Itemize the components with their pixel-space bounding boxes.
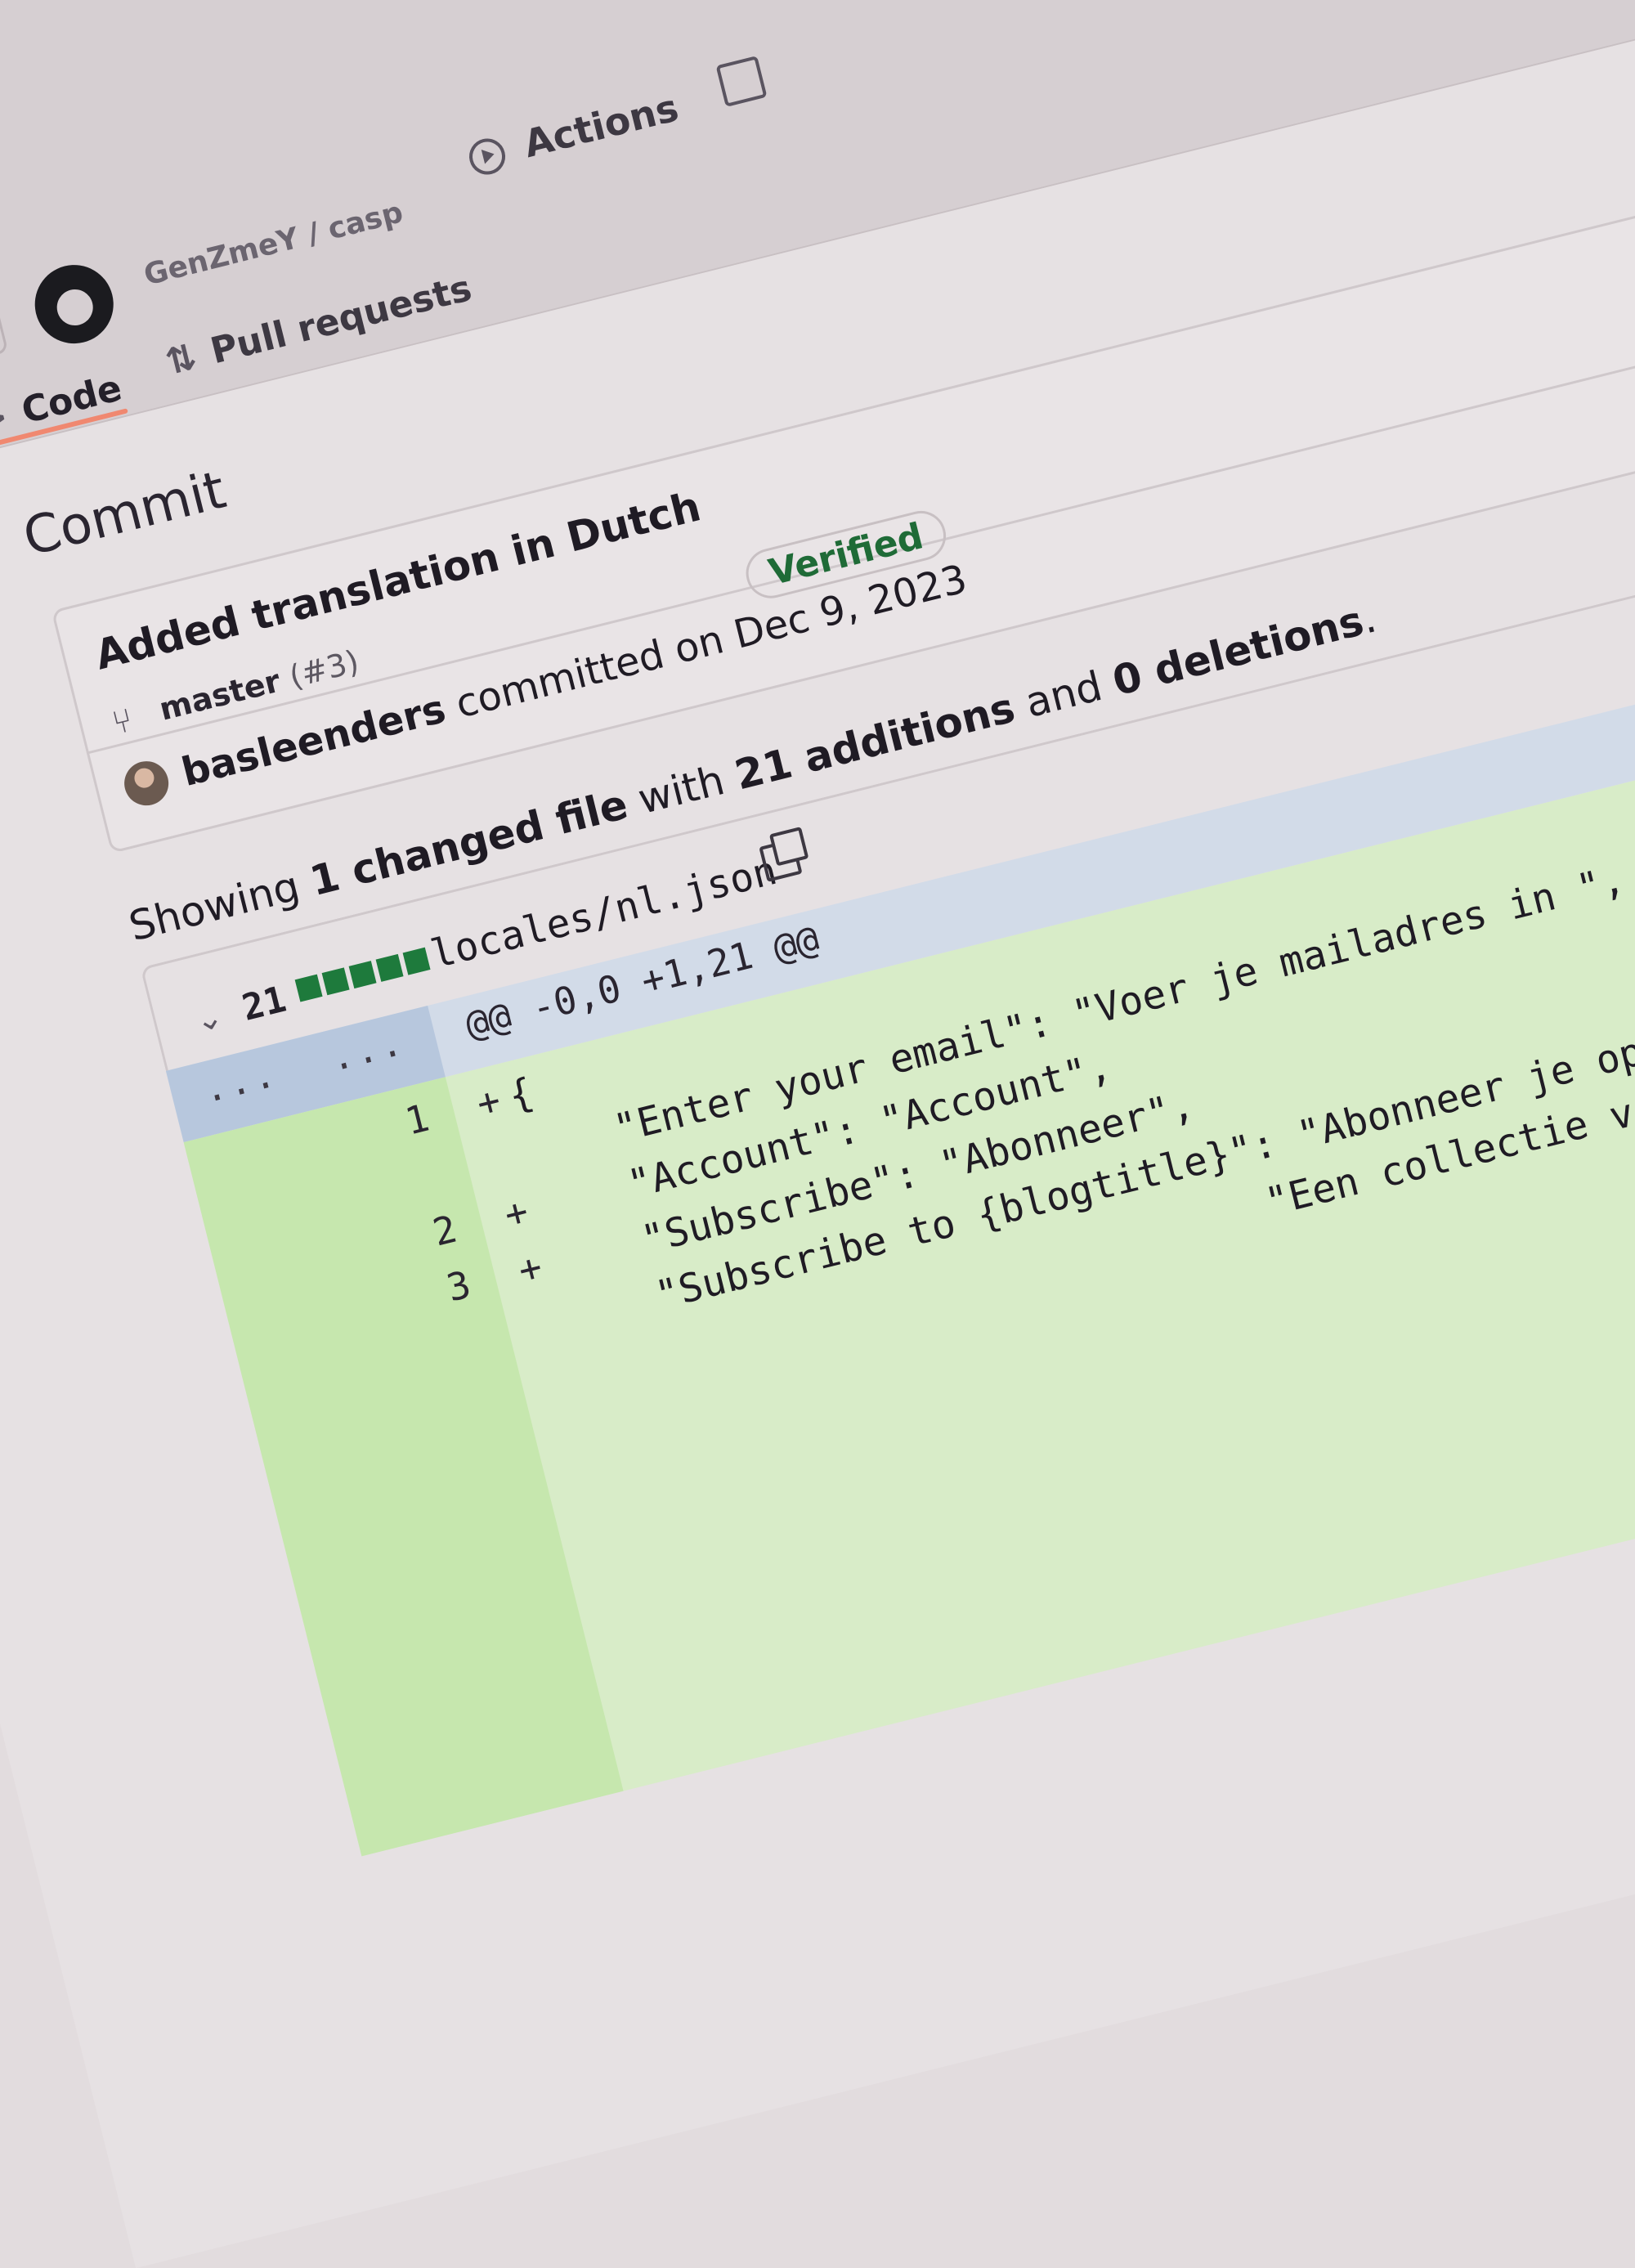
code-text: { (504, 1069, 539, 1120)
line-number[interactable]: 2 (428, 1207, 461, 1255)
diff-sign: + (472, 1077, 505, 1127)
github-commit-page: ≡ GenZmeY / casp Actions <>Code ⇅Pull re… (0, 0, 1635, 2268)
line-number[interactable]: 1 (401, 1096, 433, 1144)
line-number[interactable]: 3 (442, 1262, 475, 1310)
diff-sign: + (499, 1188, 533, 1237)
diff-sign: + (513, 1244, 547, 1293)
